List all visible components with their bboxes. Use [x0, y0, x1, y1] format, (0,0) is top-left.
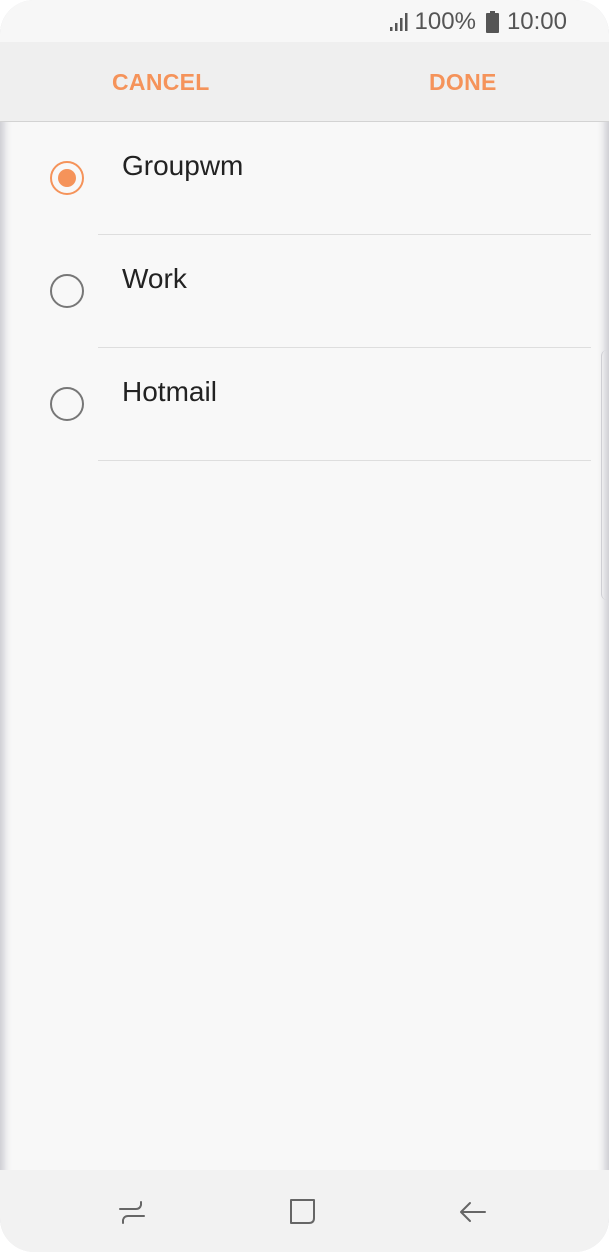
- radio-button[interactable]: [50, 387, 84, 421]
- radio-button[interactable]: [50, 274, 84, 308]
- account-item-groupwm[interactable]: Groupwm: [0, 122, 609, 235]
- battery-percent: 100%: [414, 8, 476, 35]
- account-label: Work: [122, 263, 187, 294]
- cancel-button[interactable]: CANCEL: [112, 69, 210, 96]
- status-bar: 100% 10:00: [0, 0, 609, 42]
- recents-icon[interactable]: [116, 1196, 148, 1228]
- account-label: Hotmail: [122, 376, 217, 407]
- phone-screen: 100% 10:00 CANCEL DONE Groupwm Work Hotm…: [0, 0, 609, 1252]
- done-button[interactable]: DONE: [429, 69, 497, 96]
- back-icon[interactable]: [457, 1196, 489, 1228]
- account-item-work[interactable]: Work: [0, 235, 609, 348]
- account-list: Groupwm Work Hotmail: [0, 122, 609, 461]
- signal-icon: [389, 13, 408, 31]
- divider: [98, 460, 591, 461]
- home-icon[interactable]: [287, 1196, 319, 1228]
- navigation-bar: [0, 1170, 609, 1252]
- clock: 10:00: [506, 8, 567, 35]
- radio-button-selected[interactable]: [50, 161, 84, 195]
- battery-icon: [485, 11, 499, 33]
- account-label: Groupwm: [122, 150, 244, 181]
- status-indicators: 100% 10:00: [389, 8, 567, 36]
- account-item-hotmail[interactable]: Hotmail: [0, 348, 609, 461]
- action-bar: CANCEL DONE: [0, 42, 609, 122]
